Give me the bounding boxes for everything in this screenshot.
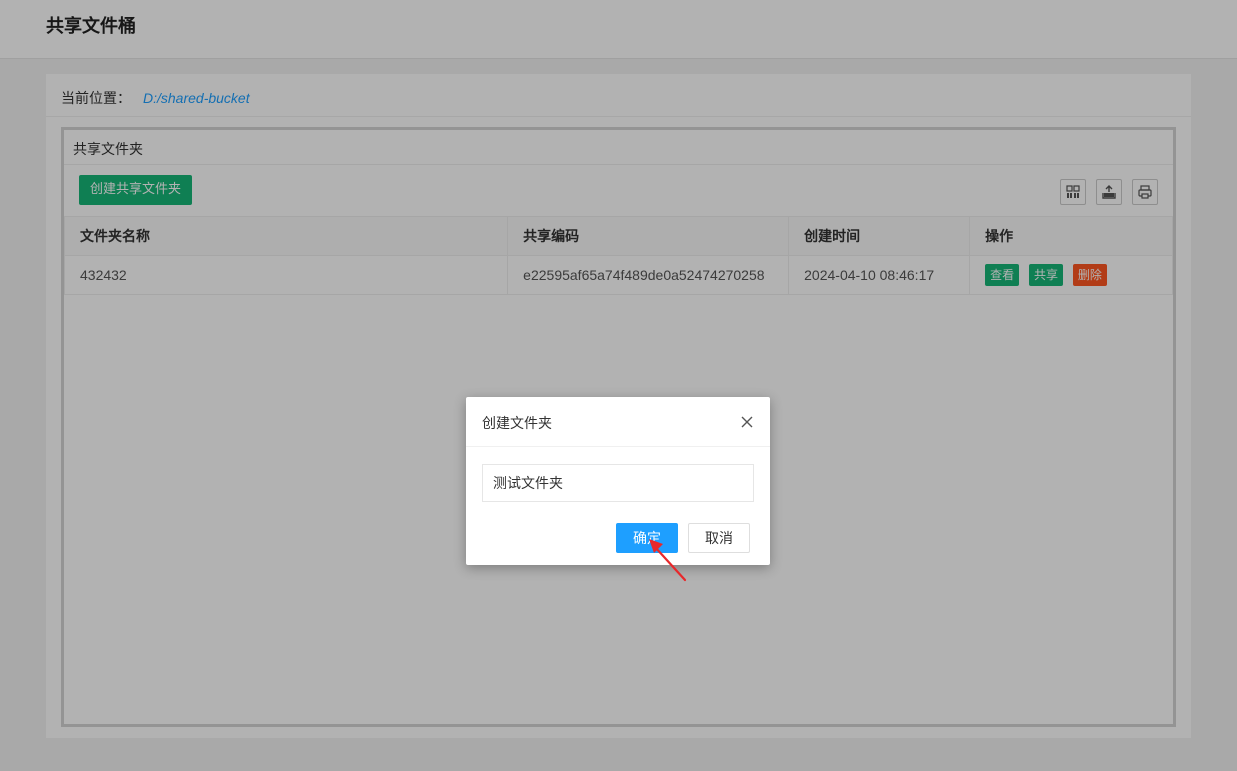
- close-icon[interactable]: [740, 415, 754, 429]
- create-folder-dialog: 创建文件夹 确定 取消: [466, 397, 770, 565]
- dialog-title: 创建文件夹: [466, 397, 770, 447]
- cancel-button[interactable]: 取消: [688, 523, 750, 553]
- modal-overlay[interactable]: [0, 0, 1237, 771]
- annotation-arrow-icon: [649, 539, 687, 582]
- folder-name-input[interactable]: [482, 464, 754, 502]
